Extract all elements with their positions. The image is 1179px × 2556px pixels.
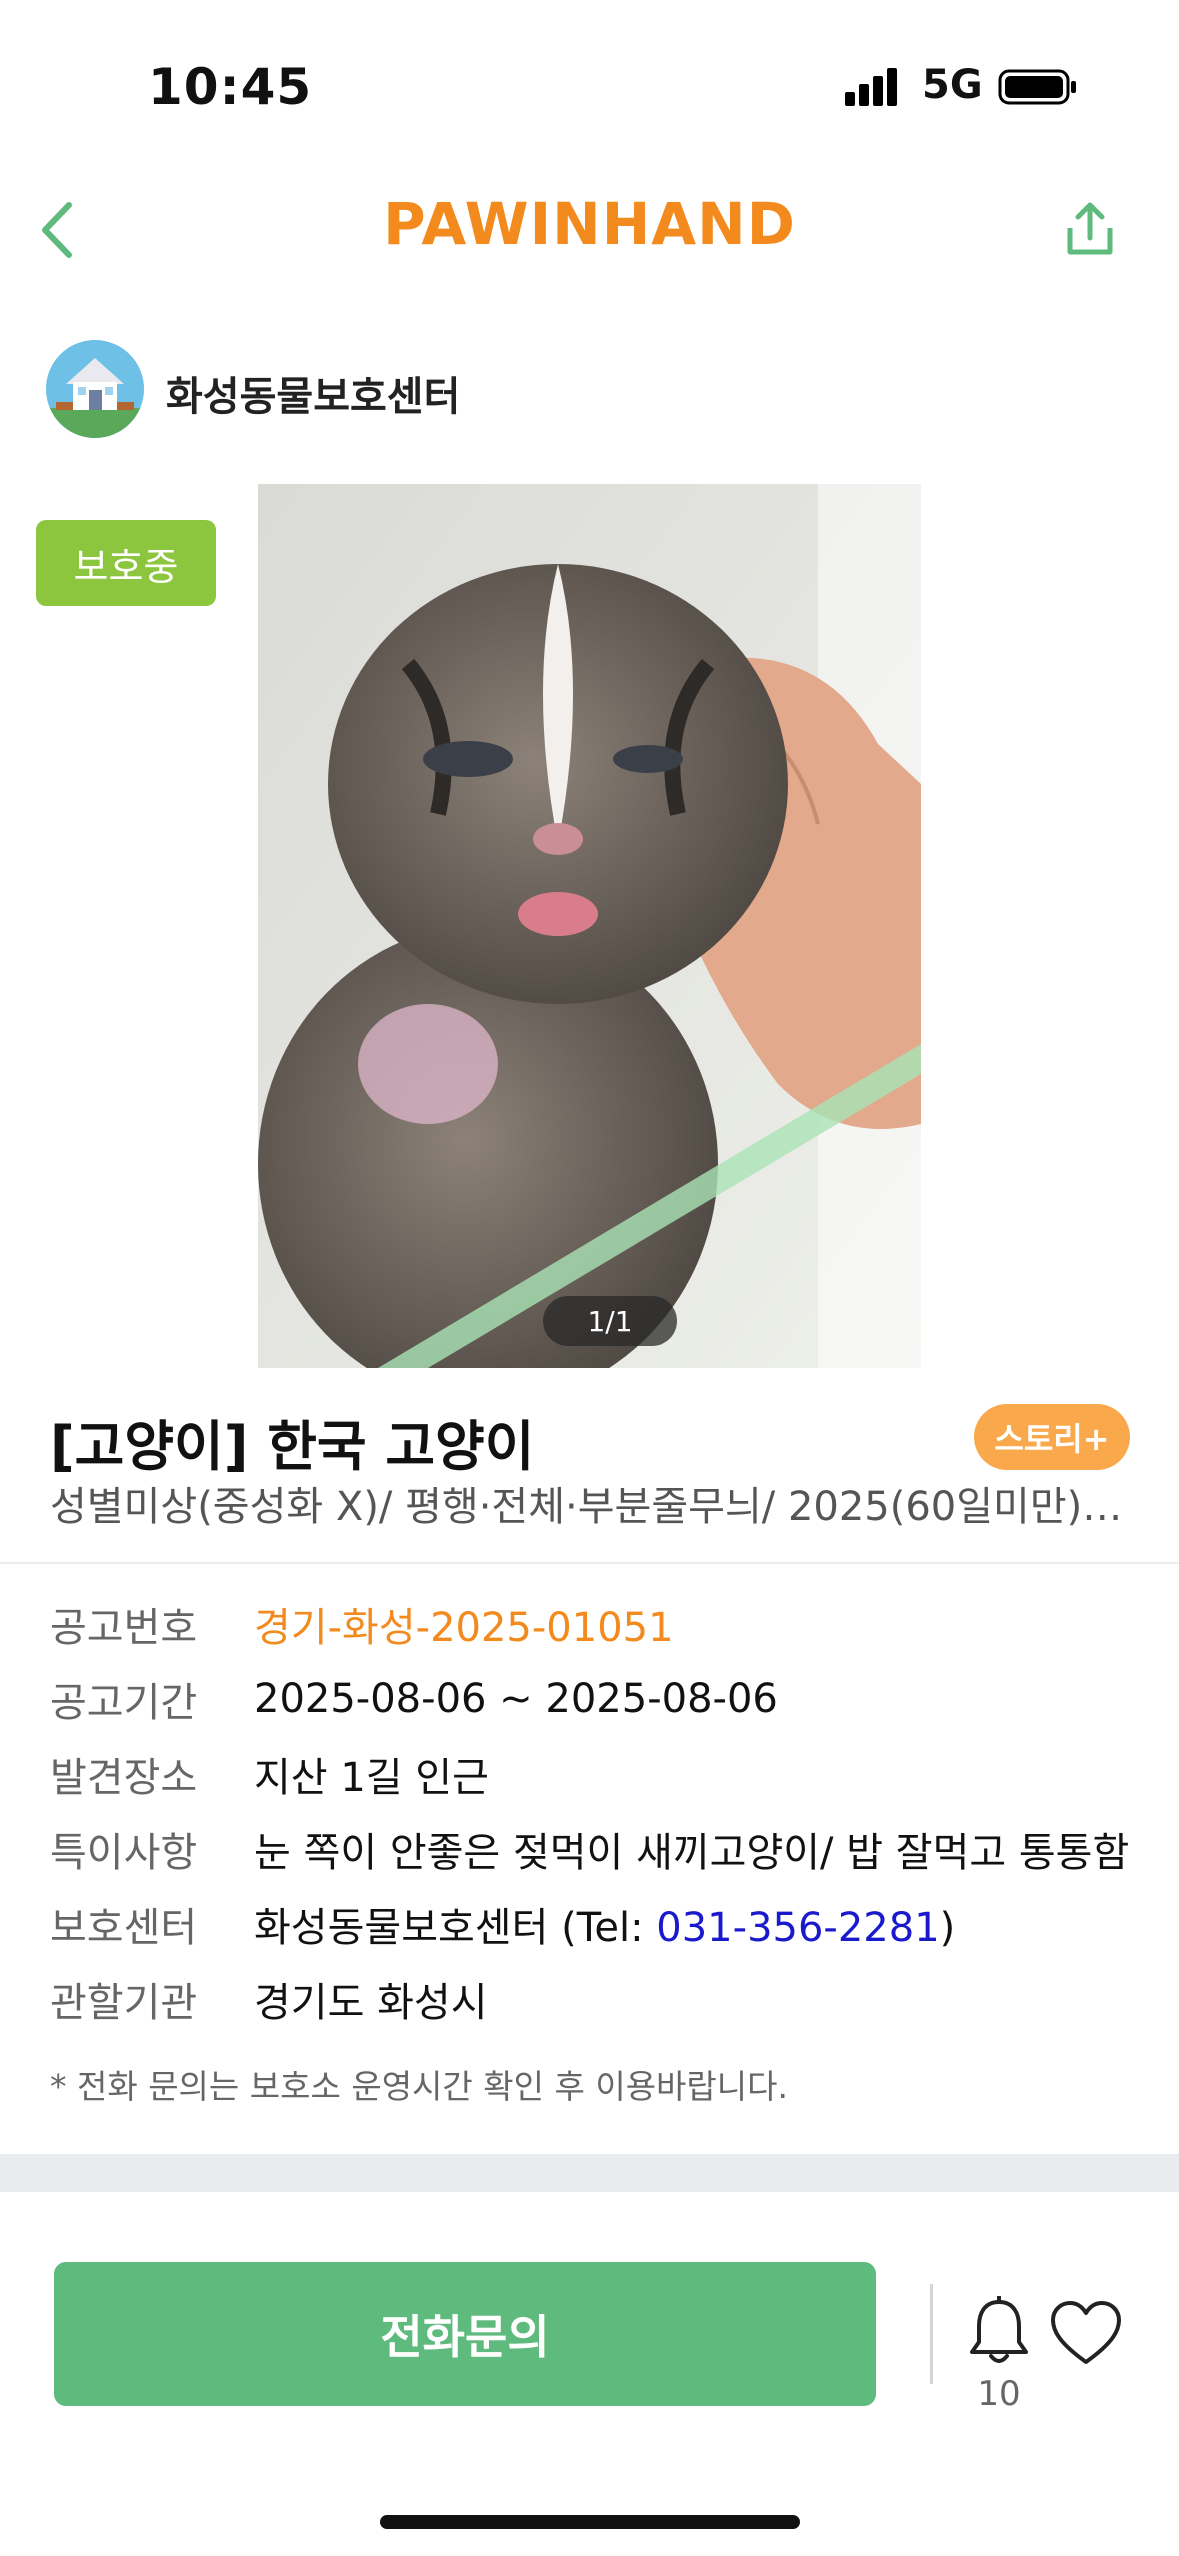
status-time: 10:45 (148, 58, 313, 116)
home-indicator[interactable] (380, 2515, 800, 2529)
shelter-name[interactable]: 화성동물보호센터 (166, 364, 460, 422)
tel-prefix: (Tel: (548, 1904, 657, 1951)
info-row-location: 발견장소 지산 1길 인근 (50, 1736, 1150, 1811)
story-button[interactable]: 스토리+ (974, 1404, 1130, 1470)
info-table: 공고번호 경기-화성-2025-01051 공고기간 2025-08-06 ~ … (50, 1586, 1150, 2036)
info-label: 발견장소 (50, 1754, 198, 1801)
info-row-period: 공고기간 2025-08-06 ~ 2025-08-06 (50, 1661, 1150, 1736)
share-icon (1067, 202, 1113, 255)
info-row-notice-no: 공고번호 경기-화성-2025-01051 (50, 1586, 1150, 1661)
info-row-authority: 관할기관 경기도 화성시 (50, 1961, 1150, 2036)
status-badge: 보호중 (36, 520, 216, 606)
authority: 경기도 화성시 (254, 1979, 488, 2026)
brand-logo: PAWINHAND (383, 190, 796, 258)
animal-title: [고양이] 한국 고양이 (50, 1415, 535, 1478)
bell-icon[interactable] (966, 2296, 1032, 2368)
found-location: 지산 1길 인근 (254, 1754, 489, 1801)
tel-suffix: ) (939, 1904, 956, 1951)
divider (0, 1562, 1179, 1564)
alarm-count: 10 (977, 2374, 1021, 2414)
center-value: 화성동물보호센터 (Tel: 031-356-2281) (254, 1895, 955, 1953)
battery-icon (998, 69, 1076, 105)
info-label: 공고번호 (50, 1604, 198, 1651)
info-label: 관할기관 (50, 1979, 198, 2026)
info-label: 보호센터 (50, 1904, 198, 1951)
tel-link[interactable]: 031-356-2281 (656, 1905, 939, 1951)
notice-period: 2025-08-06 ~ 2025-08-06 (254, 1675, 778, 1722)
photo-counter: 1/1 (543, 1296, 677, 1346)
animal-summary: 성별미상(중성화 X)/ 평행·전체·부분줄무늬/ 2025(60일미만)(… (50, 1484, 1130, 1530)
info-label: 특이사항 (50, 1829, 198, 1876)
heart-icon[interactable] (1050, 2300, 1122, 2366)
call-button[interactable]: 전화문의 (54, 2262, 876, 2406)
info-row-center: 보호센터 화성동물보호센터 (Tel: 031-356-2281) (50, 1886, 1150, 1961)
notice-number: 경기-화성-2025-01051 (254, 1604, 674, 1651)
info-label: 공고기간 (50, 1679, 198, 1726)
section-divider (0, 2154, 1179, 2192)
shelter-avatar[interactable] (46, 340, 144, 438)
animal-photo[interactable] (258, 484, 921, 1368)
share-button[interactable] (1050, 190, 1130, 270)
special-notes: 눈 쪽이 안좋은 젖먹이 새끼고양이/ 밥 잘먹고 통통함 (254, 1829, 1130, 1876)
notice-text: * 전화 문의는 보호소 운영시간 확인 후 이용바랍니다. (50, 2067, 788, 2106)
signal-icon (845, 66, 905, 106)
vertical-separator (930, 2284, 933, 2384)
network-label: 5G (922, 62, 983, 108)
info-row-notes: 특이사항 눈 쪽이 안좋은 젖먹이 새끼고양이/ 밥 잘먹고 통통함 (50, 1811, 1150, 1886)
center-name: 화성동물보호센터 (254, 1904, 549, 1951)
